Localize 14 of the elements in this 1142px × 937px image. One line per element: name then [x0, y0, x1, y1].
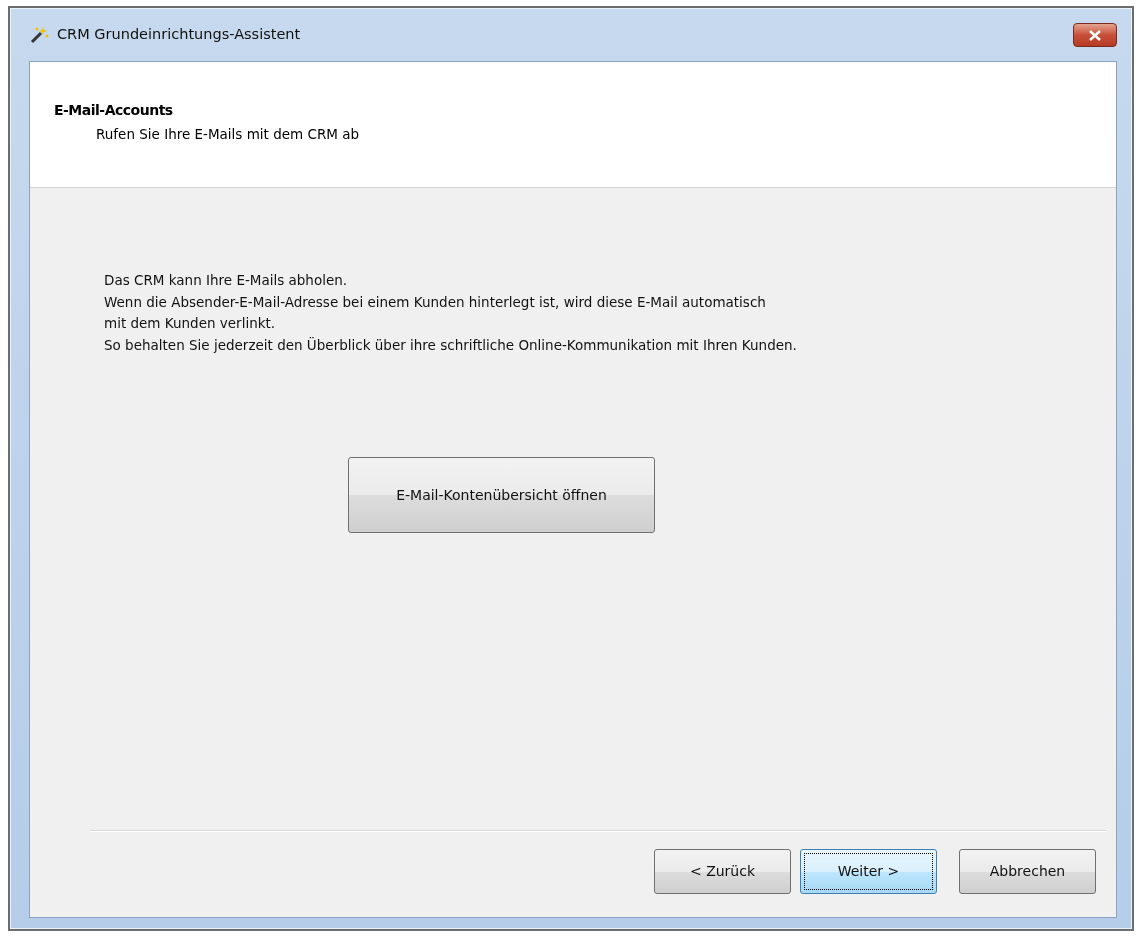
- page-title: E-Mail-Accounts: [54, 101, 174, 120]
- close-icon: [1089, 29, 1101, 41]
- wizard-button[interactable]: Weiter >: [800, 848, 937, 894]
- description-line: Das CRM kann Ihre E-Mails abholen.: [104, 271, 349, 290]
- description-line: mit dem Kunden verlinkt.: [104, 314, 277, 333]
- description-line: So behalten Sie jederzeit den Überblick über ihre schriftliche Online-Kommunikation mit Ihren Kunden.: [104, 335, 798, 355]
- wizard-button[interactable]: Abbrechen: [959, 848, 1096, 894]
- page-subtitle: Rufen Sie Ihre E-Mails mit dem CRM ab: [95, 125, 361, 144]
- description-line: Wenn die Absender-E-Mail-Adresse bei einem Kunden hinterlegt ist, wird diese E-Mail automatisch: [104, 292, 767, 312]
- close-button[interactable]: [1073, 23, 1117, 47]
- wand-icon: [29, 26, 49, 44]
- wizard-button[interactable]: < Zurück: [654, 848, 791, 894]
- window-title: CRM Grundeinrichtungs-Assistent: [57, 25, 301, 45]
- open-accounts-button[interactable]: E-Mail-Kontenübersicht öffnen: [348, 457, 655, 533]
